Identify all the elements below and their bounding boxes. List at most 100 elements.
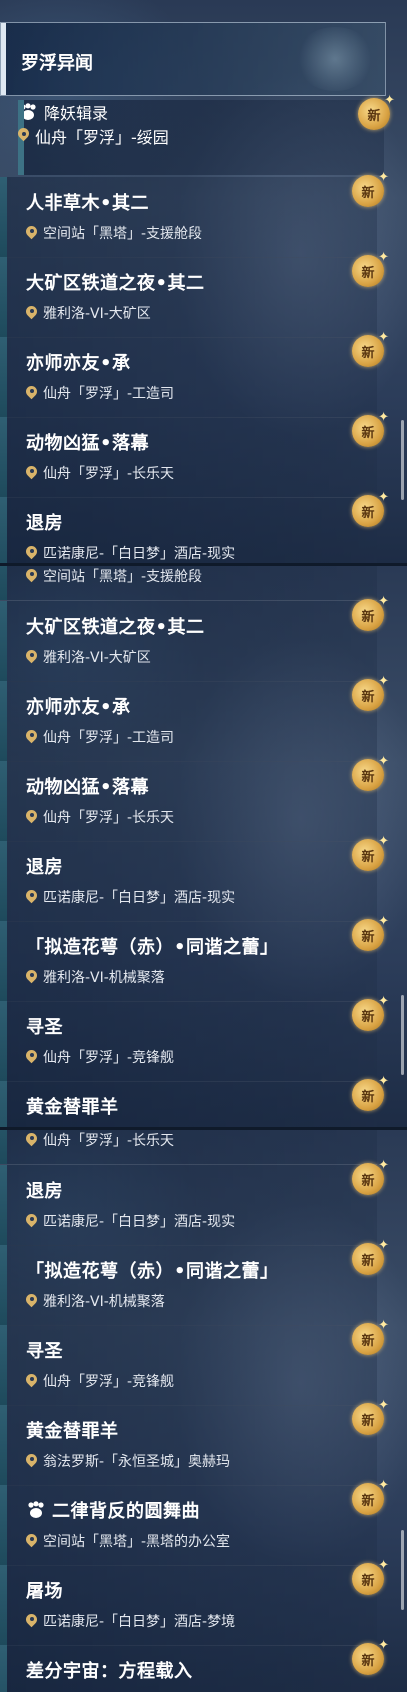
location-pin-icon: [26, 569, 37, 584]
sparkle-icon: ✦: [378, 1318, 389, 1333]
quest-item[interactable]: 大矿区铁道之夜•其二雅利洛-VI-大矿区: [0, 257, 377, 338]
location-pin-icon: [26, 1374, 37, 1389]
quest-title-text: 黄金替罪羊: [26, 1421, 119, 1442]
quest-item[interactable]: 黄金替罪羊: [0, 1081, 377, 1127]
quest-location: 雅利洛-VI-机械聚落: [26, 967, 165, 987]
sparkle-icon: ✦: [378, 1398, 389, 1413]
quest-title: 屠场: [26, 1577, 63, 1603]
new-badge: 新 ✦: [352, 1318, 389, 1355]
list-item-partial[interactable]: 空间站「黑塔」-支援舱段: [0, 566, 377, 601]
quest-title-text: 亦师亦友•承: [26, 697, 131, 718]
category-title: 罗浮异闻: [21, 53, 93, 74]
sparkle-icon: ✦: [378, 914, 389, 929]
quest-item[interactable]: 「拟造花萼（赤）•同谐之蕾」 雅利洛-VI-机械聚落: [0, 921, 377, 1002]
quest-location: 翁法罗斯-「永恒圣城」奥赫玛: [26, 1451, 230, 1471]
new-badge: 新 ✦: [352, 1398, 389, 1435]
quest-panel: 仙舟「罗浮」-长乐天 退房 匹诺康尼-「白日梦」酒店-现实新 ✦ 「拟造花萼（赤）•同谐…: [0, 1130, 407, 1692]
location-pin-icon: [18, 128, 29, 143]
quest-title: 动物凶猛•落幕: [26, 773, 149, 799]
sparkle-icon: ✦: [378, 994, 389, 1009]
quest-item[interactable]: 亦师亦友•承 仙舟「罗浮」-工造司: [0, 681, 377, 762]
scrollbar[interactable]: [401, 420, 404, 500]
quest-item-selected[interactable]: 降妖辑录 仙舟「罗浮」-绥园: [18, 100, 384, 175]
quest-item[interactable]: 动物凶猛•落幕 仙舟「罗浮」-长乐天: [0, 761, 377, 842]
quest-title-text: 动物凶猛•落幕: [26, 433, 150, 454]
quest-title: 退房: [26, 853, 63, 879]
location-pin-icon: [26, 1050, 37, 1065]
new-badge: 新 ✦: [352, 250, 389, 287]
quest-title: 亦师亦友•承: [26, 693, 131, 719]
quest-item[interactable]: 寻圣仙舟「罗浮」-竞锋舰: [0, 1325, 377, 1406]
quest-title-text: 退房: [26, 1181, 63, 1202]
quest-title-text: 「拟造花萼（赤）•同谐之蕾」: [26, 937, 279, 958]
quest-location: 匹诺康尼-「白日梦」酒店-梦境: [26, 1611, 235, 1631]
quest-panel: 空间站「黑塔」-支援舱段 大矿区铁道之夜•其二 雅利洛-VI-大矿区新 ✦ 亦师亦友•承…: [0, 566, 407, 1127]
quest-item[interactable]: 寻圣 仙舟「罗浮」-竞锋舰: [0, 1001, 377, 1082]
new-badge: 新 ✦: [352, 1638, 389, 1675]
quest-location: 空间站「黑塔」-支援舱段: [26, 566, 202, 586]
quest-item[interactable]: 「拟造花萼（赤）•同谐之蕾」 雅利洛-VI-机械聚落: [0, 1245, 377, 1326]
quest-item[interactable]: 差分宇宙：方程载入: [0, 1645, 377, 1692]
new-badge: 新 ✦: [352, 1558, 389, 1595]
location-text: 仙舟「罗浮」-长乐天: [43, 1133, 175, 1149]
quest-title: 差分宇宙：方程载入: [26, 1657, 193, 1683]
quest-title-text: 二律背反的圆舞曲: [52, 1501, 200, 1522]
sparkle-icon: ✦: [378, 834, 389, 849]
header-accent: [1, 23, 6, 95]
scrollbar[interactable]: [401, 1530, 404, 1610]
quest-panel: 罗浮异闻 降妖辑录 仙舟「罗浮」-绥园新 ✦ 人非草木•其二 空间站「黑塔」-支援舱段新 ✦…: [0, 0, 407, 563]
quest-location: 空间站「黑塔」-支援舱段: [26, 223, 202, 243]
quest-location: 匹诺康尼-「白日梦」酒店-现实: [26, 543, 235, 563]
quest-item[interactable]: 退房 匹诺康尼-「白日梦」酒店-现实: [0, 1165, 377, 1246]
list-item-partial[interactable]: 仙舟「罗浮」-长乐天: [0, 1130, 377, 1165]
new-badge: 新 ✦: [352, 594, 389, 631]
quest-title-text: 寻圣: [26, 1341, 63, 1362]
quest-item[interactable]: 屠场匹诺康尼-「白日梦」酒店-梦境: [0, 1565, 377, 1646]
quest-location: 雅利洛-VI-机械聚落: [26, 1291, 165, 1311]
quest-title: 黄金替罪羊: [26, 1417, 119, 1443]
quest-title: 二律背反的圆舞曲: [26, 1497, 200, 1523]
sparkle-icon: ✦: [384, 93, 395, 108]
new-badge: 新 ✦: [352, 994, 389, 1031]
quest-item[interactable]: 人非草木•其二 空间站「黑塔」-支援舱段: [0, 177, 377, 258]
quest-item[interactable]: 大矿区铁道之夜•其二 雅利洛-VI-大矿区: [0, 601, 377, 682]
location-pin-icon: [26, 1294, 37, 1309]
location-text: 空间站「黑塔」-支援舱段: [43, 569, 203, 585]
location-text: 雅利洛-VI-机械聚落: [43, 1294, 165, 1310]
quest-item[interactable]: 黄金替罪羊翁法罗斯-「永恒圣城」奥赫玛: [0, 1405, 377, 1486]
quest-location: 仙舟「罗浮」-绥园: [18, 124, 384, 148]
new-badge: 新 ✦: [352, 490, 389, 527]
location-pin-icon: [26, 306, 37, 321]
quest-location: 仙舟「罗浮」-工造司: [26, 383, 174, 403]
new-badge: 新 ✦: [352, 1158, 389, 1195]
quest-item[interactable]: 亦师亦友•承仙舟「罗浮」-工造司: [0, 337, 377, 418]
category-header[interactable]: 罗浮异闻: [0, 22, 386, 96]
new-badge: 新 ✦: [352, 1074, 389, 1111]
location-text: 雅利洛-VI-大矿区: [43, 306, 151, 322]
quest-item[interactable]: 退房 匹诺康尼-「白日梦」酒店-现实: [0, 497, 377, 563]
quest-title-text: 大矿区铁道之夜•其二: [26, 617, 205, 638]
location-pin-icon: [26, 810, 37, 825]
new-badge: 新 ✦: [352, 1238, 389, 1275]
quest-title: 大矿区铁道之夜•其二: [26, 269, 205, 295]
new-badge: 新 ✦: [352, 674, 389, 711]
sparkle-icon: ✦: [378, 594, 389, 609]
quest-title: 亦师亦友•承: [26, 349, 131, 375]
quest-location: 仙舟「罗浮」-竞锋舰: [26, 1371, 174, 1391]
quest-item[interactable]: 退房 匹诺康尼-「白日梦」酒店-现实: [0, 841, 377, 922]
quest-title: 动物凶猛•落幕: [26, 429, 149, 455]
quest-item[interactable]: 二律背反的圆舞曲 空间站「黑塔」-黑塔的办公室: [0, 1485, 377, 1566]
quest-title: 「拟造花萼（赤）•同谐之蕾」: [26, 933, 279, 959]
paw-icon: [20, 103, 36, 120]
quest-item[interactable]: 动物凶猛•落幕仙舟「罗浮」-长乐天: [0, 417, 377, 498]
quest-location: 雅利洛-VI-大矿区: [26, 647, 151, 667]
new-badge: 新 ✦: [352, 834, 389, 871]
quest-title: 大矿区铁道之夜•其二: [26, 613, 205, 639]
location-text: 仙舟「罗浮」-长乐天: [43, 466, 175, 482]
new-badge: 新 ✦: [352, 914, 389, 951]
quest-location: 雅利洛-VI-大矿区: [26, 303, 151, 323]
quest-title-text: 退房: [26, 857, 63, 878]
quest-title: 退房: [26, 1177, 63, 1203]
location-pin-icon: [26, 466, 37, 481]
scrollbar[interactable]: [401, 995, 404, 1075]
